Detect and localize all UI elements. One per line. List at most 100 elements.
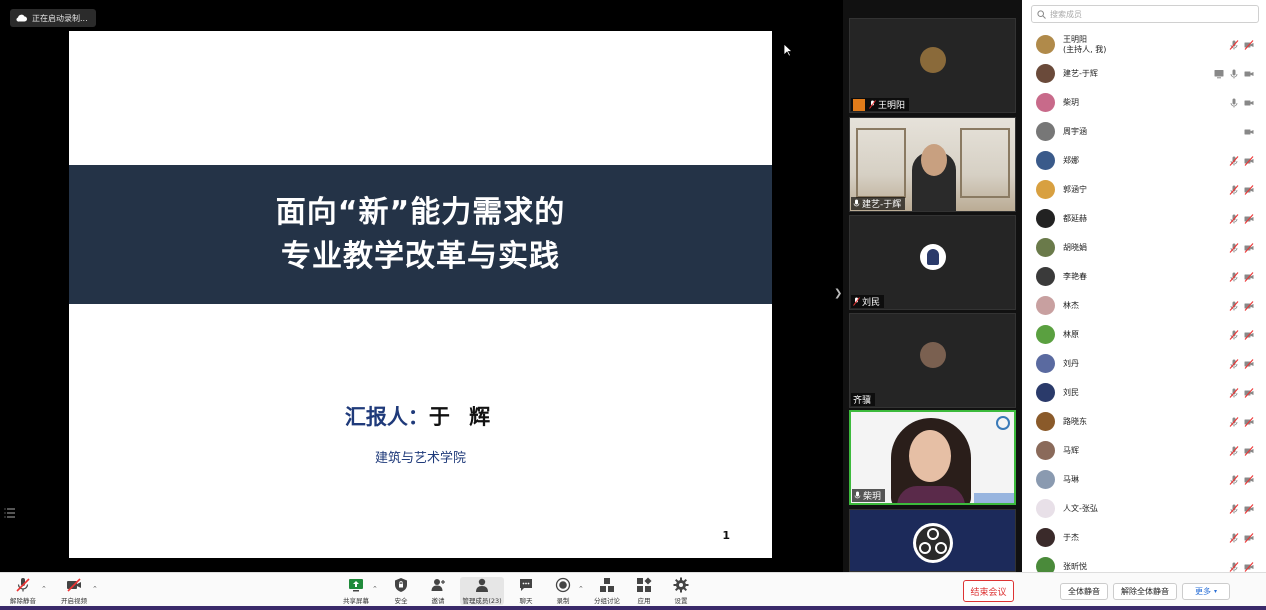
mic-muted-icon[interactable] xyxy=(1229,300,1239,311)
more-button[interactable]: 更多 ▾ xyxy=(1182,583,1230,600)
unmute-button[interactable]: 解除静音 xyxy=(3,577,43,605)
search-box[interactable] xyxy=(1031,5,1259,23)
participant-row[interactable]: 刘丹 xyxy=(1022,349,1266,378)
security-button[interactable]: 安全 xyxy=(381,577,421,605)
mic-muted-icon xyxy=(16,578,30,592)
unmute-all-button[interactable]: 解除全体静音 xyxy=(1113,583,1177,600)
video-icon[interactable] xyxy=(1244,98,1254,108)
participant-name-text: 于杰 xyxy=(1063,532,1079,542)
participant-name-text: 马琳 xyxy=(1063,474,1079,484)
mic-muted-icon[interactable] xyxy=(1229,387,1239,398)
mic-muted-icon[interactable] xyxy=(1229,213,1239,224)
mic-muted-icon[interactable] xyxy=(1229,242,1239,253)
mic-muted-icon[interactable] xyxy=(1229,416,1239,427)
video-off-icon[interactable] xyxy=(1244,445,1254,456)
audio-options-caret-icon[interactable]: ⌃ xyxy=(41,585,47,593)
breakout-button[interactable]: 分组讨论 xyxy=(587,577,627,605)
video-off-icon[interactable] xyxy=(1244,358,1254,369)
video-tile[interactable] xyxy=(849,509,1016,572)
mic-icon[interactable] xyxy=(1229,98,1239,108)
mic-icon[interactable] xyxy=(1229,69,1239,79)
record-options-caret-icon[interactable]: ⌃ xyxy=(578,585,584,593)
recording-status-text: 正在启动录制... xyxy=(32,13,88,23)
participant-row[interactable]: 李艳春 xyxy=(1022,262,1266,291)
end-meeting-button[interactable]: 结束会议 xyxy=(963,580,1014,602)
mic-muted-icon[interactable] xyxy=(1229,184,1239,195)
video-icon[interactable] xyxy=(1244,69,1254,79)
participant-row[interactable]: 刘民 xyxy=(1022,378,1266,407)
mute-all-button[interactable]: 全体静音 xyxy=(1060,583,1108,600)
participant-name-text: 张昕悦 xyxy=(1063,561,1087,571)
avatar xyxy=(1036,122,1055,141)
mic-muted-icon[interactable] xyxy=(1229,503,1239,514)
video-tile-name: 柴玥 xyxy=(852,489,886,502)
video-icon[interactable] xyxy=(1244,127,1254,137)
mic-muted-icon[interactable] xyxy=(1229,358,1239,369)
video-off-icon[interactable] xyxy=(1244,474,1254,485)
video-off-icon[interactable] xyxy=(1244,213,1254,224)
video-off-icon[interactable] xyxy=(1244,242,1254,253)
settings-button[interactable]: 设置 xyxy=(661,577,701,605)
video-options-caret-icon[interactable]: ⌃ xyxy=(92,585,98,593)
mic-muted-icon[interactable] xyxy=(1229,39,1239,50)
record-button[interactable]: 录制 xyxy=(543,577,583,605)
start-video-button[interactable]: 开启视频 xyxy=(54,577,94,605)
mic-muted-icon[interactable] xyxy=(1229,474,1239,485)
participant-row[interactable]: 柴玥 xyxy=(1022,88,1266,117)
video-off-icon[interactable] xyxy=(1244,155,1254,166)
participant-name: 胡晓娟 xyxy=(1063,243,1087,253)
participant-row[interactable]: 马琳 xyxy=(1022,465,1266,494)
video-off-icon[interactable] xyxy=(1244,329,1254,340)
bookshelf xyxy=(856,128,906,198)
video-tile[interactable]: 建艺-于辉 xyxy=(849,117,1016,212)
video-off-icon[interactable] xyxy=(1244,532,1254,543)
video-tile[interactable]: 王明阳 xyxy=(849,18,1016,113)
participant-row[interactable]: 郭涵宁 xyxy=(1022,175,1266,204)
presenter-name: 于 辉 xyxy=(428,405,497,429)
mic-muted-icon[interactable] xyxy=(1229,561,1239,572)
video-off-icon[interactable] xyxy=(1244,561,1254,572)
video-off-icon[interactable] xyxy=(1244,271,1254,282)
slide-presenter: 汇报人：于 辉 xyxy=(69,401,772,431)
participant-row[interactable]: 马辉 xyxy=(1022,436,1266,465)
video-tile[interactable]: 齐骥 xyxy=(849,313,1016,408)
collapse-videos-arrow-icon[interactable]: ❯ xyxy=(834,288,842,299)
video-off-icon[interactable] xyxy=(1244,300,1254,311)
participant-row[interactable]: 路晓东 xyxy=(1022,407,1266,436)
participant-row[interactable]: 胡晓娟 xyxy=(1022,233,1266,262)
list-icon[interactable] xyxy=(4,507,16,519)
video-tile-label: 王明阳 xyxy=(878,101,906,111)
participant-row[interactable]: 林原 xyxy=(1022,320,1266,349)
participant-row[interactable]: 林杰 xyxy=(1022,291,1266,320)
avatar xyxy=(1036,412,1055,431)
mic-muted-icon[interactable] xyxy=(1229,329,1239,340)
apps-button[interactable]: 应用 xyxy=(624,577,664,605)
video-off-icon[interactable] xyxy=(1244,39,1254,50)
mic-muted-icon[interactable] xyxy=(1229,155,1239,166)
video-tile[interactable]: 刘民 xyxy=(849,215,1016,310)
participant-row[interactable]: 周宇涵 xyxy=(1022,117,1266,146)
invite-button[interactable]: 邀请 xyxy=(418,577,458,605)
video-off-icon[interactable] xyxy=(1244,387,1254,398)
video-tile-active-speaker[interactable]: 柴玥 xyxy=(849,410,1016,505)
participant-row[interactable]: 人文-张弘 xyxy=(1022,494,1266,523)
share-screen-button[interactable]: 共享屏幕 xyxy=(336,577,376,605)
participant-row[interactable]: 于杰 xyxy=(1022,523,1266,552)
manage-members-button[interactable]: 管理成员(23) xyxy=(460,577,504,605)
participant-row[interactable]: 王明阳 (主持人, 我) xyxy=(1022,30,1266,59)
avatar xyxy=(919,341,946,368)
video-off-icon[interactable] xyxy=(1244,503,1254,514)
participant-row[interactable]: 建艺-于辉 xyxy=(1022,59,1266,88)
chat-button[interactable]: 聊天 xyxy=(506,577,546,605)
share-options-caret-icon[interactable]: ⌃ xyxy=(372,585,378,593)
mic-muted-icon[interactable] xyxy=(1229,532,1239,543)
participant-name-text: 李艳春 xyxy=(1063,271,1087,281)
mic-muted-icon[interactable] xyxy=(1229,445,1239,456)
search-input[interactable] xyxy=(1050,9,1250,19)
gear-icon xyxy=(673,577,689,593)
participant-row[interactable]: 都延赫 xyxy=(1022,204,1266,233)
mic-muted-icon[interactable] xyxy=(1229,271,1239,282)
video-off-icon[interactable] xyxy=(1244,184,1254,195)
participant-row[interactable]: 郑娜 xyxy=(1022,146,1266,175)
video-off-icon[interactable] xyxy=(1244,416,1254,427)
